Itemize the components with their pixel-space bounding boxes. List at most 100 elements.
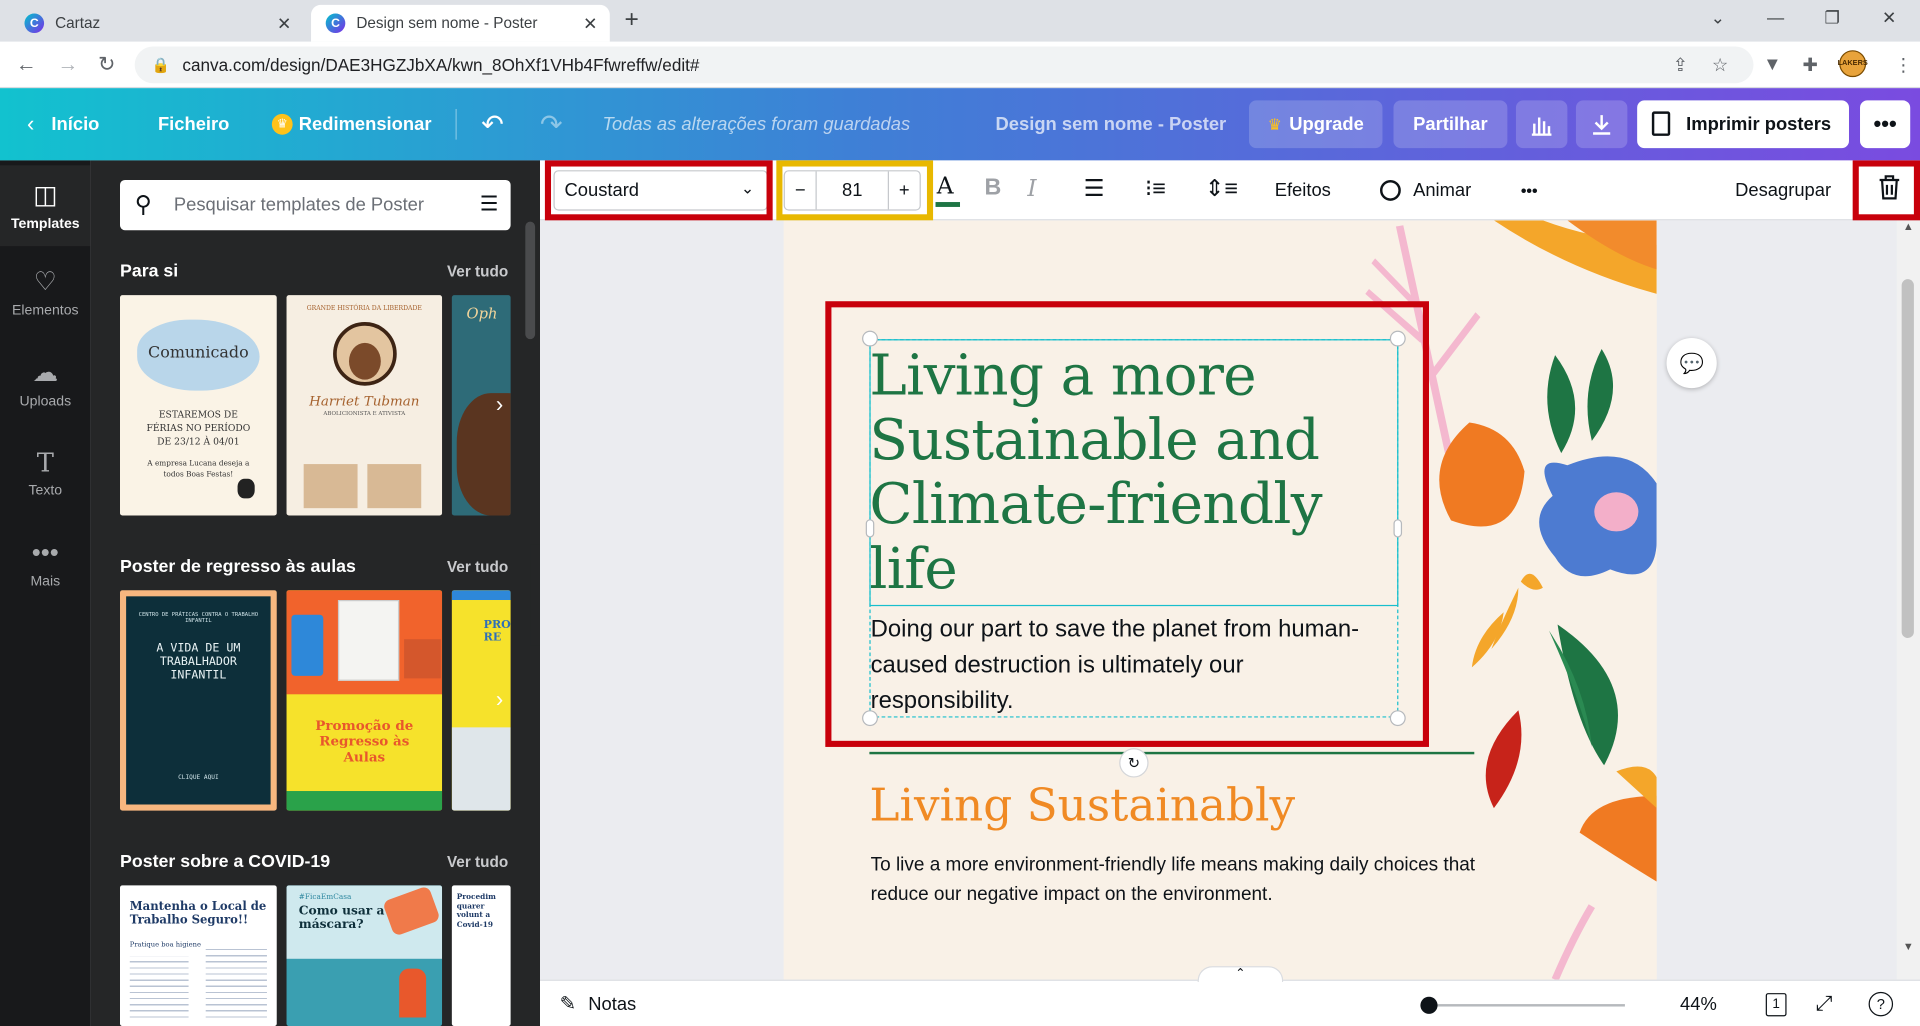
- notes-button[interactable]: ✎ Notas: [560, 981, 637, 1026]
- panel-scrollbar[interactable]: [525, 221, 536, 340]
- share-button[interactable]: Partilhar: [1393, 100, 1508, 149]
- animate-icon: [1380, 180, 1401, 201]
- undo-icon[interactable]: ↶: [481, 88, 504, 160]
- portrait-illustration: [333, 322, 397, 386]
- carousel-next-icon[interactable]: ›: [496, 392, 503, 418]
- scroll-down-icon[interactable]: ▼: [1903, 940, 1914, 952]
- thumb-footer: A empresa Lucana deseja a todos Boas Fes…: [147, 459, 250, 479]
- filter-sliders-icon[interactable]: ☰: [480, 192, 499, 216]
- rail-item-uploads[interactable]: ☁ Uploads: [0, 345, 91, 421]
- fullscreen-icon[interactable]: ⤢: [1816, 981, 1833, 1026]
- bookmark-star-icon[interactable]: ☆: [1712, 54, 1728, 76]
- upgrade-button[interactable]: ♛ Upgrade: [1248, 100, 1383, 149]
- template-search-input[interactable]: ⚲ Pesquisar templates de Poster ☰: [120, 180, 511, 231]
- more-toolbar-button[interactable]: •••: [1521, 160, 1538, 220]
- green-divider: [869, 751, 1475, 755]
- rail-item-more[interactable]: ••• Mais: [0, 525, 91, 601]
- canva-favicon-icon: C: [24, 13, 45, 34]
- effects-button[interactable]: Efeitos: [1275, 160, 1331, 220]
- screen: C Cartaz ✕ C Design sem nome - Poster ✕ …: [0, 0, 1920, 1026]
- url-field[interactable]: 🔒 canva.com/design/DAE3HGZJbXA/kwn_8OhXf…: [134, 46, 1754, 84]
- minimize-icon[interactable]: —: [1767, 7, 1784, 27]
- browser-tab-design[interactable]: C Design sem nome - Poster ✕: [311, 4, 610, 42]
- document-title[interactable]: Design sem nome - Poster: [996, 88, 1227, 160]
- scroll-up-icon[interactable]: ▲: [1903, 220, 1914, 232]
- tab-title: Design sem nome - Poster: [356, 14, 538, 32]
- browser-tab-strip: C Cartaz ✕ C Design sem nome - Poster ✕ …: [0, 0, 1920, 42]
- page-count-button[interactable]: 1: [1765, 981, 1787, 1026]
- expand-pages-icon[interactable]: ⌃: [1197, 966, 1284, 983]
- rail-item-text[interactable]: T Texto: [0, 435, 91, 511]
- zoom-slider[interactable]: [1420, 1004, 1625, 1007]
- back-icon[interactable]: ←: [16, 53, 37, 77]
- template-thumb-harriet-tubman[interactable]: GRANDE HISTÓRIA DA LIBERDADE Harriet Tub…: [286, 295, 443, 516]
- insights-chart-icon[interactable]: [1515, 100, 1568, 149]
- more-options-button[interactable]: •••: [1860, 100, 1911, 149]
- align-left-icon[interactable]: ☰: [1084, 175, 1105, 203]
- redo-icon[interactable]: ↷: [540, 88, 563, 160]
- line-spacing-icon[interactable]: ⇕≡: [1205, 175, 1238, 203]
- poster-paragraph[interactable]: To live a more environment-friendly life…: [871, 851, 1508, 910]
- side-rail: ◫ Templates ♡ Elementos ☁ Uploads T Text…: [0, 160, 91, 1026]
- template-thumb-mask[interactable]: #FicaEmCasa Como usar a máscara?: [286, 885, 443, 1026]
- zoom-level[interactable]: 44%: [1680, 981, 1717, 1026]
- zoom-slider-knob[interactable]: [1420, 996, 1438, 1014]
- bold-icon[interactable]: B: [984, 175, 1001, 202]
- top-band: [451, 590, 511, 601]
- green-leaf-2: [1587, 348, 1614, 441]
- print-label: Imprimir posters: [1686, 113, 1832, 135]
- bullet-list-icon[interactable]: ⁝≡: [1145, 175, 1166, 203]
- see-all-link[interactable]: Ver tudo: [447, 558, 508, 575]
- italic-icon[interactable]: I: [1027, 175, 1036, 202]
- thumb-title: Mantenha o Local de Trabalho Seguro!!: [129, 900, 267, 927]
- rail-item-templates[interactable]: ◫ Templates: [0, 165, 91, 247]
- chevron-left-icon: ‹: [26, 111, 35, 136]
- see-all-link[interactable]: Ver tudo: [447, 853, 508, 870]
- download-icon[interactable]: [1575, 100, 1628, 149]
- print-posters-button[interactable]: Imprimir posters: [1637, 100, 1849, 149]
- reload-icon[interactable]: ↻: [98, 53, 115, 77]
- forward-icon[interactable]: →: [58, 53, 79, 77]
- carousel-next-icon[interactable]: ›: [496, 687, 503, 713]
- text-color-icon[interactable]: A: [935, 173, 961, 207]
- new-tab-icon[interactable]: +: [624, 6, 638, 34]
- close-tab-icon[interactable]: ✕: [277, 13, 291, 34]
- animate-button[interactable]: Animar: [1380, 160, 1471, 220]
- help-button[interactable]: ?: [1868, 981, 1894, 1026]
- thumb-tag: #FicaEmCasa: [298, 892, 352, 902]
- help-icon: ?: [1868, 991, 1894, 1017]
- close-window-icon[interactable]: ✕: [1882, 7, 1896, 28]
- extension-shield-icon[interactable]: ▼: [1763, 54, 1781, 75]
- template-thumb-comunicado[interactable]: Comunicado ESTAREMOS DE FÉRIAS NO PERÍOD…: [120, 295, 277, 516]
- home-button[interactable]: ‹ Início: [27, 88, 99, 160]
- rail-label: Texto: [28, 483, 63, 498]
- browser-tab-cartaz[interactable]: C Cartaz ✕: [10, 5, 304, 42]
- template-thumb-school-promo[interactable]: Promoção de Regresso às Aulas: [286, 590, 443, 811]
- orange-flower: [1439, 422, 1525, 527]
- poster-subheading[interactable]: Living Sustainably: [869, 779, 1481, 833]
- crown-icon: ♛: [1267, 114, 1282, 133]
- maximize-icon[interactable]: ❐: [1825, 7, 1840, 28]
- editor-header: ‹ Início Ficheiro ♛ Redimensionar ↶ ↷ To…: [0, 88, 1920, 161]
- tab-search-chevron-icon[interactable]: ⌄: [1711, 7, 1725, 28]
- rail-item-elements[interactable]: ♡ Elementos: [0, 255, 91, 331]
- share-page-icon[interactable]: ⇪: [1673, 54, 1688, 76]
- template-thumb-safe-workplace[interactable]: Mantenha o Local de Trabalho Seguro!! Pr…: [120, 885, 277, 1026]
- ungroup-button[interactable]: Desagrupar: [1735, 160, 1831, 220]
- notes-pen-icon: ✎: [559, 994, 577, 1016]
- thumb-title: Oph: [466, 304, 498, 323]
- browser-menu-icon[interactable]: ⋮: [1894, 54, 1912, 76]
- canvas-scroll-thumb[interactable]: [1901, 279, 1914, 638]
- profile-avatar[interactable]: LAKERS: [1838, 50, 1868, 78]
- template-thumb-child-labour[interactable]: CENTRO DE PRÁTICAS CONTRA O TRABALHO INF…: [120, 590, 277, 811]
- thumb-title: Procedim quarer volunt a Covid-19: [456, 892, 496, 929]
- carousel-next-icon[interactable]: ›: [496, 982, 503, 1008]
- close-tab-icon[interactable]: ✕: [583, 13, 597, 34]
- extensions-puzzle-icon[interactable]: ✚: [1802, 54, 1817, 76]
- rotate-handle-icon[interactable]: ↻: [1119, 748, 1149, 778]
- resize-button[interactable]: ♛ Redimensionar: [271, 88, 431, 160]
- see-all-link[interactable]: Ver tudo: [447, 263, 508, 280]
- file-menu-button[interactable]: Ficheiro: [158, 88, 229, 160]
- add-comment-icon[interactable]: 💬: [1666, 337, 1717, 389]
- editor-footer: ⌃ ✎ Notas 44% 1 ⤢ ?: [540, 966, 1920, 1026]
